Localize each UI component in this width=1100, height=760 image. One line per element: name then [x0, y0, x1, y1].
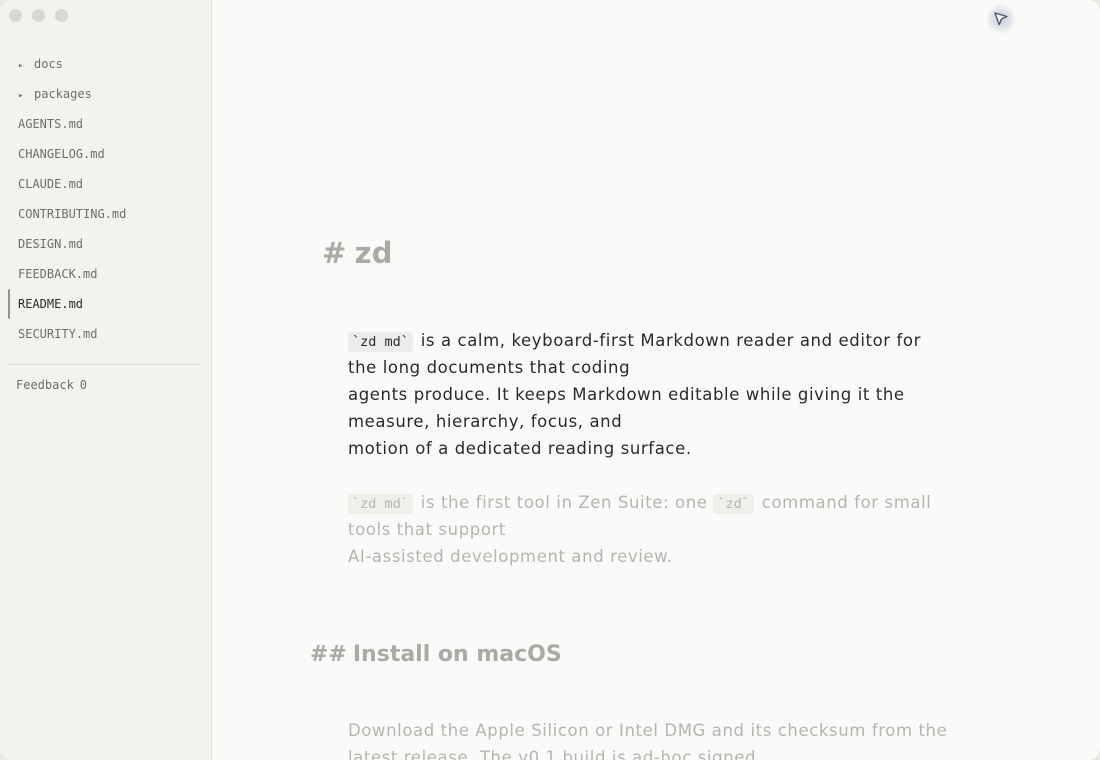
- file-sidebar: ▸ docs ▸ packages AGENTS.md CHANGELOG.md C…: [0, 0, 212, 760]
- file-label: DESIGN.md: [18, 237, 84, 251]
- minimize-window-button[interactable]: [32, 9, 45, 22]
- file-item-readme[interactable]: README.md: [0, 289, 211, 319]
- heading-marker: #: [322, 236, 347, 270]
- folder-packages[interactable]: ▸ packages: [0, 79, 211, 109]
- paragraph-line: motion of a dedicated reading surface.: [348, 439, 692, 458]
- zoom-window-button[interactable]: [55, 9, 68, 22]
- chevron-right-icon: ▸: [18, 91, 24, 101]
- paragraph-line: latest release. The v0.1 build is ad-hoc…: [348, 748, 757, 760]
- folder-docs[interactable]: ▸ docs: [0, 49, 211, 79]
- paragraph-line: measure, hierarchy, focus, and: [348, 412, 623, 431]
- feedback-count: 0: [79, 378, 88, 392]
- inline-code: `zd md`: [348, 494, 413, 514]
- text-run: command for small: [755, 493, 932, 512]
- heading-text: Install on macOS: [352, 642, 562, 667]
- file-label: CLAUDE.md: [18, 177, 84, 191]
- paragraph-line: Download the Apple Silicon or Intel DMG …: [348, 721, 948, 740]
- file-label: README.md: [18, 297, 84, 311]
- paragraph-line: AI-assisted development and review.: [348, 547, 673, 566]
- file-item-claude[interactable]: CLAUDE.md: [0, 169, 211, 199]
- paragraph-line: agents produce. It keeps Markdown editab…: [348, 385, 905, 404]
- feedback-button[interactable]: Feedback 0: [16, 376, 87, 394]
- chevron-right-icon: ▸: [18, 61, 24, 71]
- paragraph-line: the long documents that coding: [348, 358, 631, 377]
- feedback-label: Feedback: [16, 378, 74, 392]
- file-item-feedback[interactable]: FEEDBACK.md: [0, 259, 211, 289]
- paragraph-line: tools that support: [348, 520, 506, 539]
- file-item-changelog[interactable]: CHANGELOG.md: [0, 139, 211, 169]
- file-label: SECURITY.md: [18, 327, 98, 341]
- cursor-arrow-icon: [986, 4, 1016, 34]
- paragraph-dimmed[interactable]: `zd md` is the first tool in Zen Suite: …: [348, 489, 968, 570]
- file-label: AGENTS.md: [18, 117, 84, 131]
- file-label: FEEDBACK.md: [18, 267, 98, 281]
- window-controls: [9, 9, 68, 22]
- file-tree: ▸ docs ▸ packages AGENTS.md CHANGELOG.md C…: [0, 49, 211, 349]
- sidebar-divider: [8, 364, 200, 365]
- file-label: CHANGELOG.md: [18, 147, 105, 161]
- paragraph-line: `zd md` is a calm, keyboard-first Markdo…: [348, 327, 968, 354]
- heading-text: zd: [354, 236, 393, 270]
- file-item-agents[interactable]: AGENTS.md: [0, 109, 211, 139]
- file-item-security[interactable]: SECURITY.md: [0, 319, 211, 349]
- inline-code: `zd`: [713, 494, 754, 514]
- file-label: CONTRIBUTING.md: [18, 207, 127, 221]
- document-view[interactable]: # zd `zd md` is a calm, keyboard-first Ma…: [212, 0, 1100, 760]
- paragraph-focused[interactable]: `zd md` is a calm, keyboard-first Markdo…: [348, 327, 968, 462]
- paragraph-dimmed[interactable]: Download the Apple Silicon or Intel DMG …: [348, 717, 968, 760]
- file-item-design[interactable]: DESIGN.md: [0, 229, 211, 259]
- app-window: ▸ docs ▸ packages AGENTS.md CHANGELOG.md C…: [0, 0, 1100, 760]
- close-window-button[interactable]: [9, 9, 22, 22]
- heading-level-2: ## Install on macOS: [310, 642, 562, 667]
- file-item-contributing[interactable]: CONTRIBUTING.md: [0, 199, 211, 229]
- heading-level-1: # zd: [322, 236, 393, 270]
- paragraph-line: `zd md` is the first tool in Zen Suite: …: [348, 489, 968, 516]
- inline-code: `zd md`: [348, 332, 413, 352]
- text-run: is the first tool in Zen Suite: one: [414, 493, 714, 512]
- heading-marker: ##: [310, 642, 347, 667]
- text-run: is a calm, keyboard-first Markdown reade…: [414, 331, 921, 350]
- folder-label: packages: [34, 87, 92, 101]
- folder-label: docs: [34, 57, 63, 71]
